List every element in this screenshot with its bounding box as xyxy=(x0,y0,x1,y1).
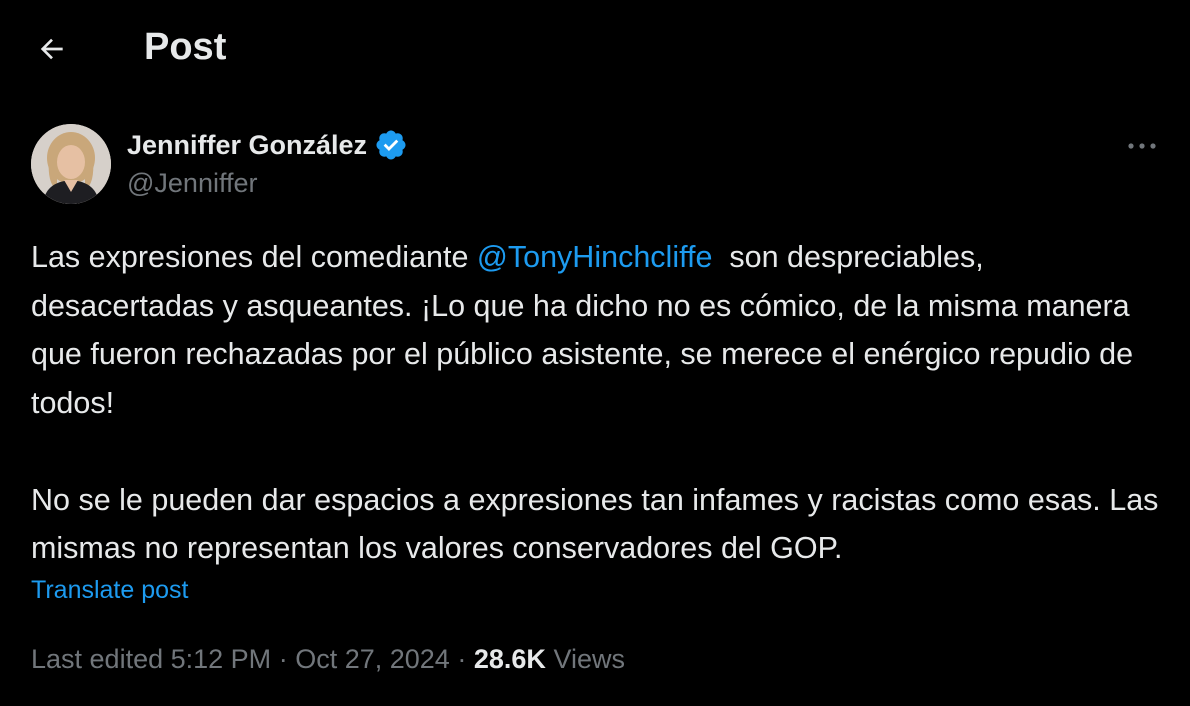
author-handle[interactable]: @Jenniffer xyxy=(127,166,257,200)
more-options-button[interactable] xyxy=(1120,128,1164,164)
arrow-left-icon xyxy=(40,38,63,60)
avatar[interactable] xyxy=(31,124,111,204)
more-horizontal-icon xyxy=(1128,143,1156,149)
meta-separator-2: · xyxy=(457,644,467,674)
translate-post-link[interactable]: Translate post xyxy=(31,574,188,606)
back-button[interactable] xyxy=(30,27,74,71)
views-count[interactable]: 28.6K xyxy=(474,644,546,674)
post-text-intro: Las expresiones del comediante xyxy=(31,240,477,274)
verified-badge-icon xyxy=(374,128,408,162)
post-header: Post xyxy=(0,0,1190,96)
mention-link[interactable]: @TonyHinchcliffe xyxy=(477,240,713,274)
author-name: Jenniffer González xyxy=(127,130,368,160)
author-name-row[interactable]: Jenniffer González xyxy=(127,128,408,162)
post-time[interactable]: 5:12 PM xyxy=(171,644,272,674)
views-label: Views xyxy=(553,644,625,674)
post-text-body: son despreciables, desacertadas y asquea… xyxy=(31,240,1159,565)
avatar-portrait-icon xyxy=(31,124,111,204)
edited-label[interactable]: Last edited xyxy=(31,644,163,674)
post-meta: Last edited 5:12 PM · Oct 27, 2024 · 28.… xyxy=(31,642,625,676)
post-date[interactable]: Oct 27, 2024 xyxy=(295,644,450,674)
page-title: Post xyxy=(144,26,227,68)
meta-separator: · xyxy=(278,644,288,674)
post-text: Las expresiones del comediante @TonyHinc… xyxy=(31,233,1171,573)
